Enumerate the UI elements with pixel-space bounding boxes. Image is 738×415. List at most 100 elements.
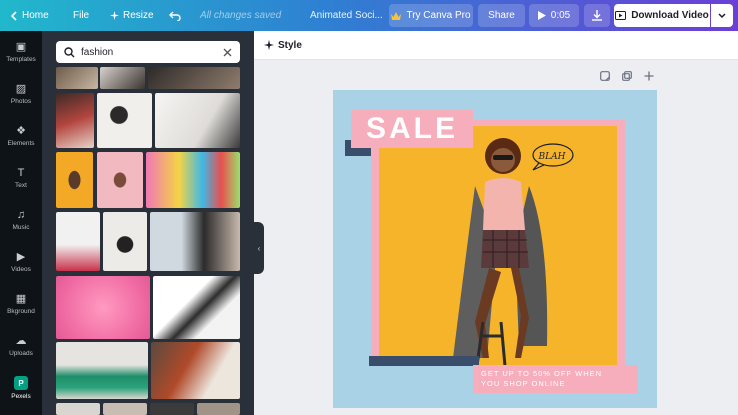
photo-thumbnail[interactable] <box>146 152 240 208</box>
clear-search-icon[interactable] <box>223 48 232 57</box>
left-rail: ▣ Templates ▨ Photos ❖ Elements T Text ♫… <box>0 31 42 415</box>
try-canva-pro-label: Try Canva Pro <box>406 10 471 21</box>
rail-label: Uploads <box>9 349 33 357</box>
photo-thumbnail[interactable] <box>197 403 240 415</box>
rail-label: Elements <box>7 139 35 147</box>
resize-button[interactable]: Resize <box>110 0 154 31</box>
model-photo[interactable] <box>379 126 617 366</box>
photo-thumbnail[interactable] <box>56 403 100 415</box>
model-illustration <box>453 138 548 366</box>
save-status-text: All changes saved <box>200 10 282 21</box>
rail-item-uploads[interactable]: ☁ Uploads <box>0 325 42 367</box>
videos-icon: ▶ <box>16 250 26 263</box>
chevron-left-icon <box>10 10 18 21</box>
photo-thumbnail[interactable] <box>56 342 148 399</box>
undo-icon <box>169 11 181 21</box>
search-icon <box>64 46 75 58</box>
templates-icon: ▣ <box>15 40 27 53</box>
photo-thumbnail[interactable] <box>150 403 194 415</box>
photo-thumbnail[interactable] <box>150 212 240 271</box>
rail-item-pexels[interactable]: P Pexels <box>0 367 42 409</box>
crown-icon <box>391 11 402 20</box>
text-icon: T <box>17 166 25 179</box>
rail-item-text[interactable]: T Text <box>0 157 42 199</box>
try-canva-pro-button[interactable]: Try Canva Pro <box>389 4 473 27</box>
file-menu[interactable]: File <box>73 0 89 31</box>
top-toolbar: Home File Resize All changes saved Anima… <box>0 0 738 31</box>
add-page-icon[interactable] <box>644 71 654 81</box>
search-input[interactable]: fashion <box>56 41 240 63</box>
sale-headline[interactable]: SALE <box>351 110 473 148</box>
photo-thumbnail[interactable] <box>56 212 100 271</box>
promo-banner[interactable]: GET UP TO 50% OFF WHEN YOU SHOP ONLINE <box>473 365 638 393</box>
download-icon <box>592 10 602 21</box>
rail-label: Pexels <box>11 393 31 400</box>
duplicate-page-icon[interactable] <box>622 71 632 81</box>
download-video-label: Download Video <box>631 10 709 21</box>
photo-thumbnail[interactable] <box>56 152 93 208</box>
rail-label: Music <box>12 223 30 231</box>
play-duration: 0:05 <box>550 10 571 21</box>
page-notes-icon[interactable] <box>600 71 610 81</box>
photo-thumbnail[interactable] <box>56 67 98 89</box>
chevron-left-icon: ‹ <box>257 243 261 253</box>
rail-item-videos[interactable]: ▶ Videos <box>0 241 42 283</box>
photo-thumbnail[interactable] <box>155 93 240 148</box>
rail-label: Videos <box>11 265 31 273</box>
rail-label: Bkground <box>7 307 35 315</box>
style-button[interactable]: Style <box>264 40 302 51</box>
design-page[interactable]: BLAH SALE GET UP TO 50% OFF WHEN YOU SHO… <box>333 90 657 408</box>
photo-thumbnail[interactable] <box>97 93 152 148</box>
photo-panel: fashion <box>42 31 254 415</box>
speech-bubble[interactable]: BLAH <box>529 142 575 172</box>
rail-item-templates[interactable]: ▣ Templates <box>0 31 42 73</box>
play-icon <box>537 11 546 20</box>
save-status: All changes saved <box>200 0 281 31</box>
promo-line-1: GET UP TO 50% OFF WHEN <box>481 369 603 378</box>
rail-item-elements[interactable]: ❖ Elements <box>0 115 42 157</box>
home-button[interactable]: Home <box>10 0 49 31</box>
elements-icon: ❖ <box>16 124 26 137</box>
bubble-text: BLAH <box>538 152 566 162</box>
share-button[interactable]: Share <box>478 4 525 27</box>
file-label: File <box>73 10 90 21</box>
pexels-icon: P <box>14 376 28 390</box>
search-query: fashion <box>81 46 114 58</box>
rail-item-photos[interactable]: ▨ Photos <box>0 73 42 115</box>
share-label: Share <box>488 10 515 21</box>
photo-thumbnail[interactable] <box>151 342 240 399</box>
chevron-down-icon <box>718 12 726 19</box>
promo-line-2: YOU SHOP ONLINE <box>481 379 566 388</box>
rail-label: Templates <box>6 55 36 63</box>
style-toolbar: Style <box>254 31 738 60</box>
video-icon <box>615 11 627 20</box>
rail-label: Text <box>15 181 27 189</box>
style-label: Style <box>278 39 302 51</box>
photo-thumbnail[interactable] <box>148 67 240 89</box>
photo-thumbnail[interactable] <box>153 276 240 339</box>
rail-item-music[interactable]: ♫ Music <box>0 199 42 241</box>
photos-icon: ▨ <box>15 82 27 95</box>
download-button[interactable] <box>584 4 610 27</box>
sparkle-icon <box>264 40 274 50</box>
photo-thumbnail[interactable] <box>97 152 143 208</box>
collapse-panel-button[interactable]: ‹ <box>254 222 264 274</box>
sale-headline-text: SALE <box>365 112 458 145</box>
design-title-text: Animated Soci... <box>310 10 383 21</box>
sparkle-icon <box>110 11 119 20</box>
photo-thumbnail[interactable] <box>56 93 94 148</box>
rail-item-background[interactable]: ▦ Bkground <box>0 283 42 325</box>
photo-thumbnail[interactable] <box>100 67 145 89</box>
resize-label: Resize <box>123 10 154 21</box>
photo-thumbnail[interactable] <box>103 212 147 271</box>
play-button[interactable]: 0:05 <box>529 4 579 27</box>
rail-label: Photos <box>10 97 32 105</box>
download-video-button[interactable]: Download Video <box>614 4 710 27</box>
download-options-button[interactable] <box>711 4 733 27</box>
design-title[interactable]: Animated Soci... <box>310 0 383 31</box>
photo-thumbnail[interactable] <box>56 276 150 339</box>
uploads-icon: ☁ <box>15 334 27 347</box>
undo-button[interactable] <box>169 0 181 31</box>
photo-thumbnail[interactable] <box>103 403 147 415</box>
home-label: Home <box>22 10 49 21</box>
